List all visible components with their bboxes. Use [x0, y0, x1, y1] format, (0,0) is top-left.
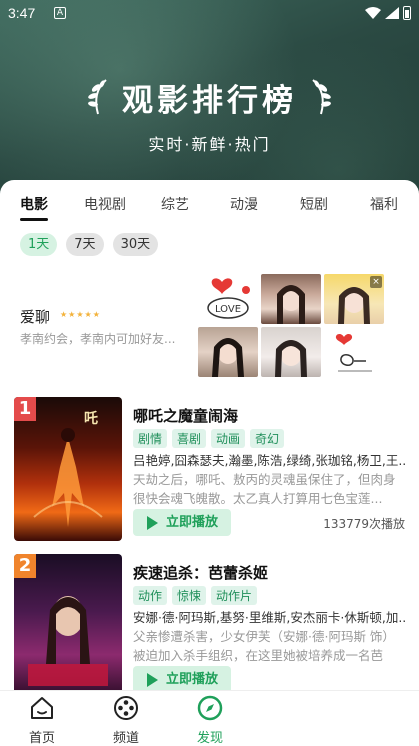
category-tabs: 电影 电视剧 综艺 动漫 短剧 福利	[0, 194, 419, 226]
filter-1-day[interactable]: 1天	[20, 233, 58, 256]
filter-30-days[interactable]: 30天	[112, 233, 159, 256]
nav-home-label: 首页	[28, 731, 55, 746]
active-tab-indicator	[20, 218, 48, 221]
compass-icon	[197, 695, 223, 721]
ad-photo-1	[261, 274, 321, 324]
nav-channel[interactable]: 频道	[96, 695, 156, 746]
list-item[interactable]: 2 疾速追杀：芭蕾杀姬 动作 惊悚 动作片 安娜·德·阿玛斯,基努·里维斯,安杰…	[0, 554, 419, 690]
ad-image-doodle	[324, 327, 384, 377]
status-bar: 3:47 A	[0, 0, 419, 28]
genre-tags: 动作 惊悚 动作片	[133, 586, 258, 605]
laurel-right-icon	[312, 79, 331, 115]
play-now-button[interactable]: 立即播放	[133, 666, 231, 690]
ad-image-love: LOVE	[198, 274, 258, 324]
ranking-panel: 电影 电视剧 综艺 动漫 短剧 福利 1天 7天 30天 爱聊 ★★★★★ 孝南…	[0, 180, 419, 690]
ad-banner[interactable]: 爱聊 ★★★★★ 孝南约会，孝南内可加好友... LOVE ×	[0, 270, 419, 378]
genre-tag: 惊悚	[172, 586, 207, 605]
notification-indicator-icon: A	[54, 7, 66, 19]
hero-subtitle: 实时·新鲜·热门	[148, 135, 271, 154]
ad-photo-4	[261, 327, 321, 377]
filter-7-days[interactable]: 7天	[66, 233, 104, 256]
film-reel-icon	[114, 696, 138, 720]
home-icon	[31, 697, 53, 719]
item-title[interactable]: 疾速追杀：芭蕾杀姬	[133, 562, 268, 583]
tab-variety[interactable]: 综艺	[161, 194, 189, 214]
status-time: 3:47	[8, 5, 36, 21]
signal-icon	[385, 7, 399, 19]
genre-tag: 动作	[133, 586, 168, 605]
rank-badge: 1	[14, 397, 36, 421]
genre-tags: 剧情 喜剧 动画 奇幻	[133, 429, 285, 448]
tab-movie[interactable]: 电影	[20, 194, 48, 214]
svg-text:吒: 吒	[84, 411, 98, 427]
rank-badge: 2	[14, 554, 36, 578]
poster-image[interactable]: 2	[14, 554, 122, 690]
bottom-navigation: 首页 频道 发现	[0, 690, 419, 746]
wifi-icon	[365, 7, 381, 19]
cast-list: 吕艳婷,囧森瑟夫,瀚墨,陈浩,绿绮,张珈铭,杨卫,王...	[133, 453, 405, 468]
ad-title: 爱聊	[20, 308, 51, 326]
synopsis: 天劫之后，哪吒、敖丙的灵魂虽保住了，但肉身很快会魂飞魄散。太乙真人打算用七色宝莲…	[133, 472, 396, 506]
play-icon	[147, 516, 158, 530]
play-label: 立即播放	[166, 672, 219, 687]
battery-icon	[403, 6, 411, 20]
status-icons	[365, 6, 411, 20]
list-item[interactable]: 1 吒 哪吒之魔童闹海 剧情 喜剧 动画 奇幻 吕艳婷,囧森瑟夫,瀚墨,陈浩,绿…	[0, 397, 419, 547]
play-count: 133779次播放	[323, 517, 405, 531]
nav-discover-label: 发现	[196, 731, 223, 746]
synopsis: 父亲惨遭杀害，少女伊芙（安娜·德·阿玛斯 饰）被迫加入杀手组织，在这里她被培养成…	[133, 629, 395, 663]
ad-rating-stars: ★★★★★	[60, 310, 101, 319]
ad-close-button[interactable]: ×	[370, 276, 382, 288]
item-title[interactable]: 哪吒之魔童闹海	[133, 405, 238, 426]
ad-photo-2: ×	[324, 274, 384, 324]
tab-tv-series[interactable]: 电视剧	[84, 194, 126, 214]
ad-photo-3	[198, 327, 258, 377]
play-now-button[interactable]: 立即播放	[133, 509, 231, 536]
play-icon	[147, 673, 158, 687]
nav-channel-label: 频道	[112, 731, 139, 746]
cast-list: 安娜·德·阿玛斯,基努·里维斯,安杰丽卡·休斯顿,加...	[133, 610, 405, 625]
genre-tag: 奇幻	[250, 429, 285, 448]
tab-welfare[interactable]: 福利	[370, 194, 398, 214]
ranking-header: 3:47 A 观影排行榜 实时·新鲜·热门	[0, 0, 419, 210]
hero-title: 观影排行榜	[122, 83, 297, 119]
ad-image-grid[interactable]: LOVE ×	[198, 274, 384, 378]
genre-tag: 动作片	[211, 586, 258, 605]
play-label: 立即播放	[166, 515, 219, 530]
tab-short-drama[interactable]: 短剧	[300, 194, 328, 214]
nav-discover[interactable]: 发现	[180, 695, 240, 746]
love-sticker-text: LOVE	[215, 304, 241, 315]
nav-home[interactable]: 首页	[12, 695, 72, 746]
poster-image[interactable]: 1 吒	[14, 397, 122, 541]
tab-anime[interactable]: 动漫	[230, 194, 258, 214]
hero-title-wrap: 观影排行榜	[0, 75, 419, 120]
doodle-icon	[335, 334, 372, 372]
genre-tag: 喜剧	[172, 429, 207, 448]
genre-tag: 动画	[211, 429, 246, 448]
time-filter: 1天 7天 30天	[20, 233, 159, 257]
love-sticker-icon: LOVE	[207, 278, 250, 319]
genre-tag: 剧情	[133, 429, 168, 448]
ad-description: 孝南约会，孝南内可加好友...	[20, 332, 176, 346]
